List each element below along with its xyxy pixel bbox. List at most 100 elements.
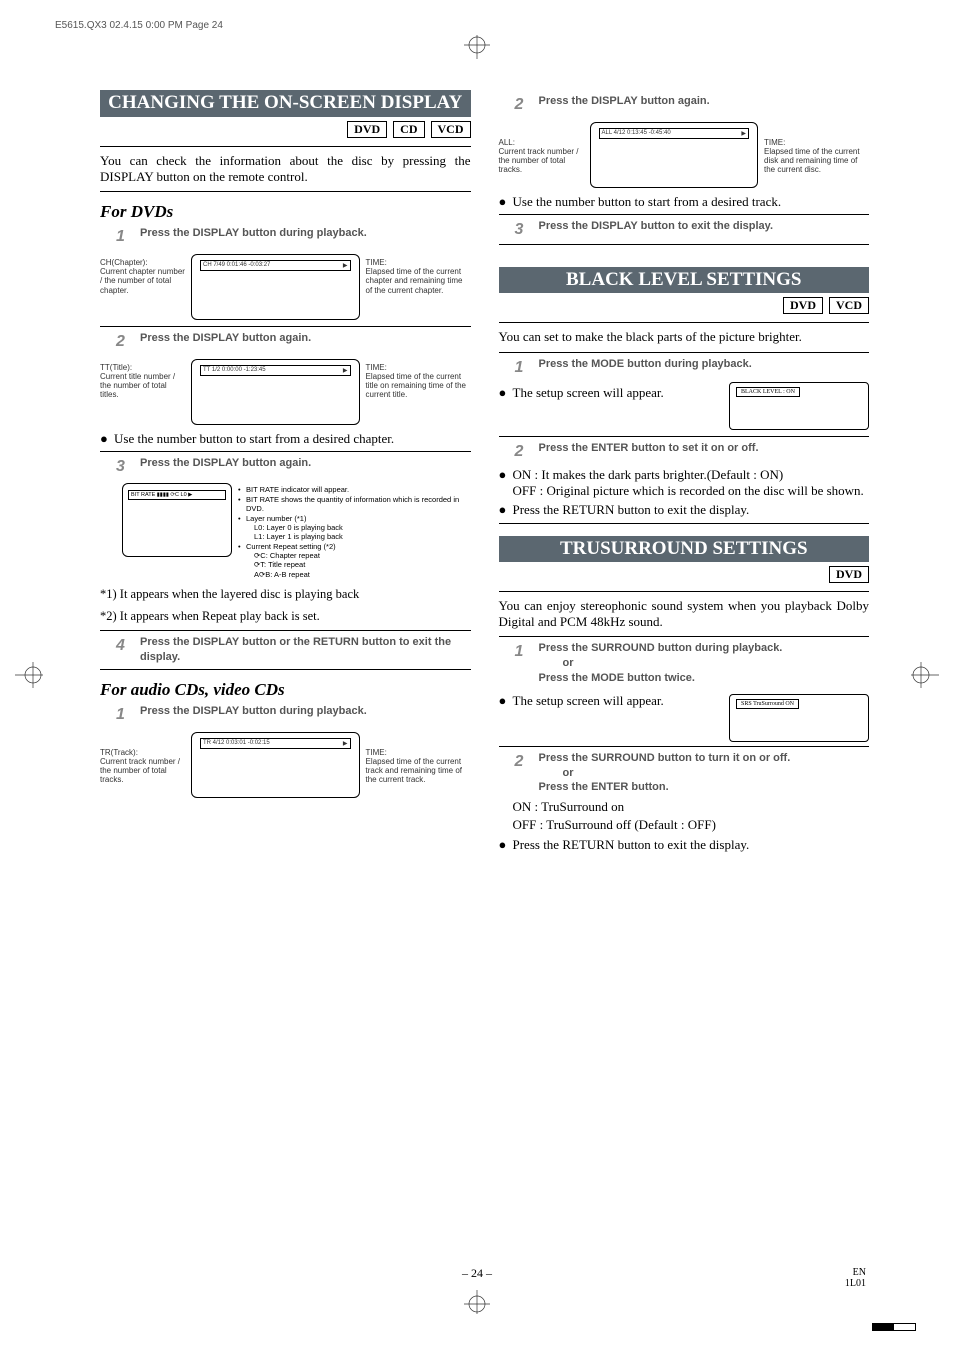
diagram-all: ALL: Current track number / the number o… [499, 122, 870, 188]
step-text: Press the DISPLAY button or the RETURN b… [140, 635, 471, 665]
footnote-2: *2) It appears when Repeat play back is … [100, 609, 471, 625]
callout-label: TIME: [764, 138, 869, 147]
diagram-track: TR(Track): Current track number / the nu… [100, 732, 471, 798]
play-icon: ▶ [343, 367, 348, 374]
callout-label: TIME: [366, 748, 471, 757]
callout-label: CH(Chapter): [100, 258, 185, 267]
diagram-title: TT(Title): Current title number / the nu… [100, 359, 471, 425]
callout-text: Elapsed time of the current title on rem… [366, 372, 471, 400]
tru-step-2: 2 Press the SURROUND button to turn it o… [515, 751, 870, 796]
osd-bar: ALL 4/12 0:13:45 -0:45:40▶ [599, 128, 750, 139]
osd-bar: TR 4/12 0:03:01 -0:02:15▶ [200, 738, 351, 749]
crop-mark-right [911, 660, 939, 690]
cd-step-1: 1 Press the DISPLAY button during playba… [116, 704, 471, 726]
callout-text: Elapsed time of the current track and re… [366, 757, 471, 785]
callout-label: TT(Title): [100, 363, 185, 372]
section-banner: CHANGING THE ON-SCREEN DISPLAY [100, 90, 471, 117]
step-number: 1 [116, 704, 130, 726]
callout-text: Elapsed time of the current chapter and … [366, 267, 471, 295]
footnote-1: *1) It appears when the layered disc is … [100, 587, 471, 603]
callout-label: TIME: [366, 258, 471, 267]
tru-off: OFF : TruSurround off (Default : OFF) [513, 817, 870, 833]
step-text: Press the DISPLAY button to exit the dis… [539, 219, 870, 234]
step-text: Press the DISPLAY button again. [539, 94, 870, 109]
osd-screen-mini: BLACK LEVEL : ON [729, 382, 869, 430]
step-number: 2 [515, 751, 529, 773]
step-number: 1 [515, 641, 529, 663]
osd-screen: TR 4/12 0:03:01 -0:02:15▶ [191, 732, 360, 798]
format-tags: DVD VCD [499, 297, 870, 314]
black-on-off: ● ON : It makes the dark parts brighter.… [499, 467, 870, 500]
tru-return: ● Press the RETURN button to exit the di… [499, 837, 870, 853]
callout-label: TIME: [366, 363, 471, 372]
step-text: Press the ENTER button to set it on or o… [539, 441, 870, 456]
cd-step-3: 3 Press the DISPLAY button to exit the d… [515, 219, 870, 241]
black-return: ● Press the RETURN button to exit the di… [499, 502, 870, 518]
step-text: Press the DISPLAY button again. [140, 331, 471, 346]
crop-mark-top [462, 35, 492, 59]
right-column: 2 Press the DISPLAY button again. ALL: C… [499, 90, 870, 856]
osd-bar: CH 7/49 0:01:46 -0:03:27▶ [200, 260, 351, 271]
callout-text: Current title number / the number of tot… [100, 372, 185, 400]
note-line: L1: Layer 1 is playing back [254, 532, 343, 541]
print-header: E5615.QX3 02.4.15 0:00 PM Page 24 [55, 20, 223, 31]
osd-label: SRS TruSurround ON [736, 699, 799, 709]
black-intro: You can set to make the black parts of t… [499, 329, 870, 345]
step-text: Press the SURROUND button to turn it on … [539, 751, 870, 796]
tru-intro: You can enjoy stereophonic sound system … [499, 598, 870, 631]
osd-bar: TT 1/2 0:00:00 -1:23:45▶ [200, 365, 351, 376]
callout-label: ALL: [499, 138, 584, 147]
tag-dvd: DVD [829, 566, 869, 583]
intro-text: You can check the information about the … [100, 153, 471, 186]
step-number: 2 [116, 331, 130, 353]
osd-screen: CH 7/49 0:01:46 -0:03:27▶ [191, 254, 360, 320]
note-line: BIT RATE indicator will appear. [246, 485, 349, 494]
step-text: Press the SURROUND button during playbac… [539, 641, 870, 686]
note-line: Current Repeat setting (*2) [246, 542, 336, 551]
section-banner-tru: TRUSURROUND SETTINGS [499, 536, 870, 562]
osd-screen: BIT RATE ▮▮▮▮ ⟳C L0 ▶ [122, 483, 232, 557]
black-step-2: 2 Press the ENTER button to set it on or… [515, 441, 870, 463]
step-text: Press the MODE button during playback. [539, 357, 870, 372]
note-line: BIT RATE shows the quantity of informati… [246, 495, 471, 514]
diagram-bitrate: BIT RATE ▮▮▮▮ ⟳C L0 ▶ •BIT RATE indicato… [100, 483, 471, 581]
format-tags: DVD [499, 566, 870, 583]
play-icon: ▶ [741, 130, 746, 137]
subhead-cds: For audio CDs, video CDs [100, 680, 471, 700]
step-text: Press the DISPLAY button during playback… [140, 704, 471, 719]
section-banner-black: BLACK LEVEL SETTINGS [499, 267, 870, 293]
step-text: Press the DISPLAY button again. [140, 456, 471, 471]
page-number: – 24 – [462, 1266, 492, 1281]
step-number: 2 [515, 94, 529, 116]
osd-screen: TT 1/2 0:00:00 -1:23:45▶ [191, 359, 360, 425]
note-line: Layer number (*1) [246, 514, 306, 523]
crop-mark-left [15, 660, 43, 690]
osd-label: BLACK LEVEL : ON [736, 387, 800, 397]
cd-step-2: 2 Press the DISPLAY button again. [515, 94, 870, 116]
step-2: 2 Press the DISPLAY button again. [116, 331, 471, 353]
note-line: ⟳T: Title repeat [254, 560, 305, 569]
format-tags: DVD CD VCD [100, 121, 471, 138]
black-step-1: 1 Press the MODE button during playback. [515, 357, 870, 379]
step-1: 1 Press the DISPLAY button during playba… [116, 226, 471, 248]
left-column: CHANGING THE ON-SCREEN DISPLAY DVD CD VC… [100, 90, 471, 856]
play-icon: ▶ [343, 740, 348, 747]
subhead-dvds: For DVDs [100, 202, 471, 222]
callout-label: TR(Track): [100, 748, 185, 757]
tag-cd: CD [393, 121, 424, 138]
step-3: 3 Press the DISPLAY button again. [116, 456, 471, 478]
step-number: 2 [515, 441, 529, 463]
crop-mark-bottom [462, 1290, 492, 1314]
tag-dvd: DVD [783, 297, 823, 314]
step-number: 1 [116, 226, 130, 248]
bullet-note: ● Use the number button to start from a … [100, 431, 471, 447]
tru-on: ON : TruSurround on [513, 799, 870, 815]
note-line: ⟳C: Chapter repeat [254, 551, 320, 560]
step-number: 3 [515, 219, 529, 241]
play-icon: ▶ [343, 262, 348, 269]
diagram-chapter: CH(Chapter): Current chapter number / th… [100, 254, 471, 320]
footer-code: EN 1L01 [845, 1267, 866, 1289]
tru-step-1: 1 Press the SURROUND button during playb… [515, 641, 870, 686]
callout-text: Current track number / the number of tot… [499, 147, 584, 175]
bullet-note: ● Use the number button to start from a … [499, 194, 870, 210]
